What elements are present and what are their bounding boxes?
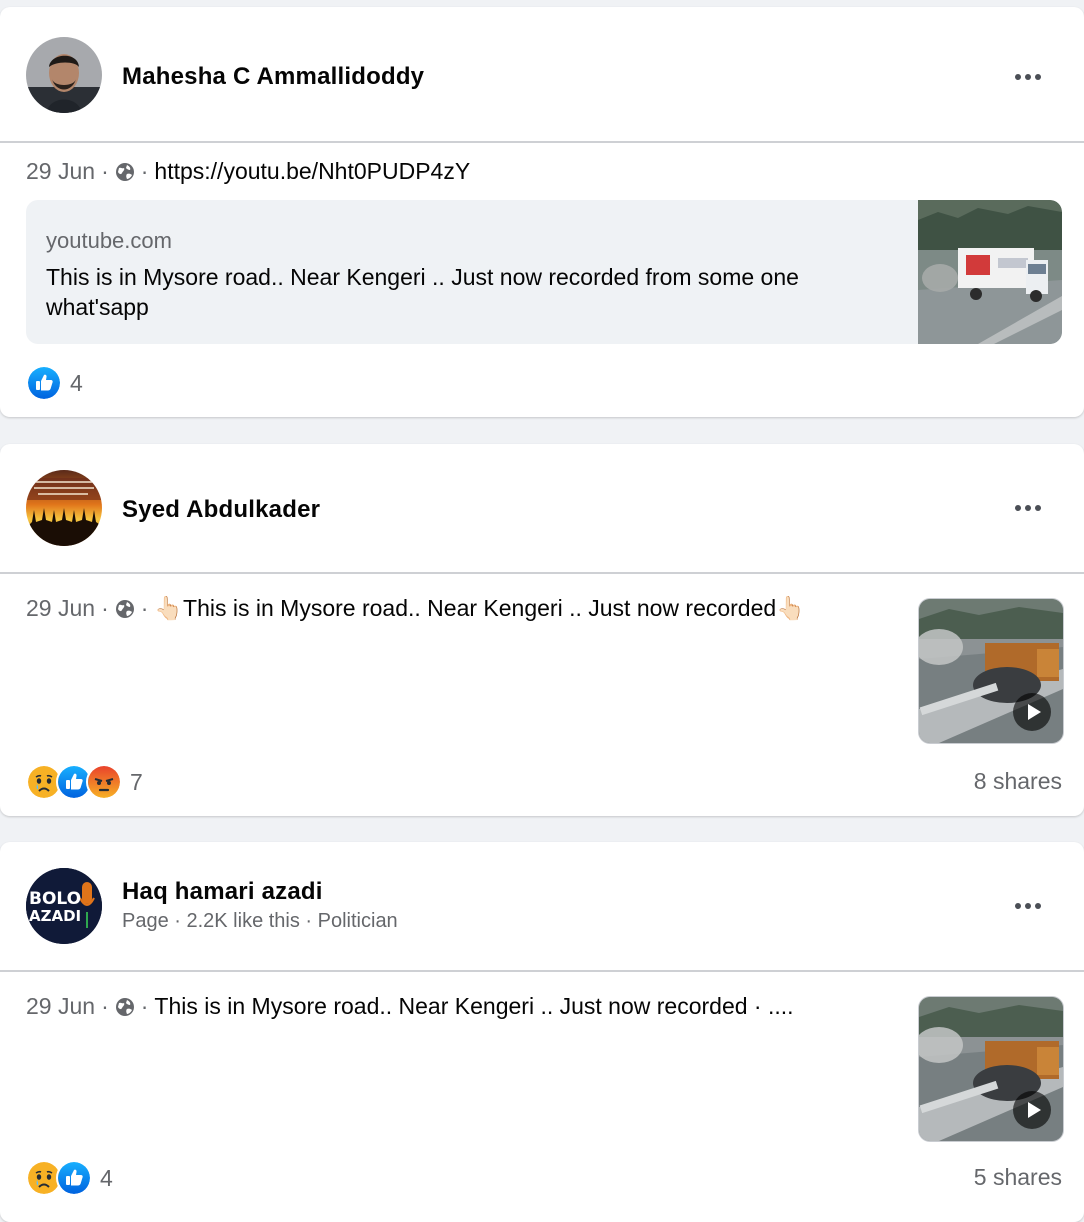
reaction-count[interactable]: 4 — [70, 370, 83, 397]
reaction-count[interactable]: 4 — [100, 1165, 113, 1192]
more-dot-icon — [1015, 74, 1021, 80]
video-thumbnail[interactable] — [918, 996, 1064, 1142]
post-header: Syed Abdulkader — [0, 444, 1084, 574]
author-avatar[interactable] — [26, 470, 102, 546]
author-avatar[interactable]: BOLO AZADI — [26, 868, 102, 944]
more-options-button[interactable] — [1008, 496, 1048, 520]
link-title: This is in Mysore road.. Near Kengeri ..… — [46, 264, 799, 320]
post-date[interactable]: 29 Jun — [26, 158, 95, 185]
post-card: BOLO AZADI Haq hamari azadi Page · 2.2K … — [0, 842, 1084, 1222]
video-thumbnail[interactable] — [918, 200, 1062, 344]
more-options-button[interactable] — [1008, 65, 1048, 89]
like-reaction-icon — [26, 365, 62, 401]
post-meta: 29 Jun · · 👆🏻This is in Mysore road.. Ne… — [26, 595, 805, 622]
post-text[interactable]: https://youtu.be/Nht0PUDP4zY — [154, 158, 470, 185]
more-dot-icon — [1025, 505, 1031, 511]
globe-icon — [115, 997, 135, 1017]
post-card: Mahesha C Ammallidoddy 29 Jun · · https:… — [0, 7, 1084, 417]
reaction-count[interactable]: 7 — [130, 769, 143, 796]
globe-icon — [115, 599, 135, 619]
more-options-button[interactable] — [1008, 894, 1048, 918]
author-name[interactable]: Syed Abdulkader — [122, 496, 320, 524]
more-dot-icon — [1025, 74, 1031, 80]
post-date[interactable]: 29 Jun — [26, 993, 95, 1020]
globe-icon — [115, 162, 135, 182]
more-dot-icon — [1015, 903, 1021, 909]
post-header: Mahesha C Ammallidoddy — [0, 7, 1084, 143]
angry-reaction-icon — [86, 764, 122, 800]
avatar-logo-text: BOLO — [29, 889, 81, 909]
author-name[interactable]: Haq hamari azadi — [122, 878, 323, 906]
reactions-summary[interactable]: 4 — [26, 1160, 113, 1196]
more-dot-icon — [1015, 505, 1021, 511]
post-meta: 29 Jun · · https://youtu.be/Nht0PUDP4zY — [26, 158, 471, 185]
post-text[interactable]: This is in Mysore road.. Near Kengeri ..… — [154, 993, 793, 1020]
shares-count[interactable]: 8 shares — [974, 768, 1062, 795]
link-preview[interactable]: youtube.com This is in Mysore road.. Nea… — [26, 200, 1062, 344]
more-dot-icon — [1035, 903, 1041, 909]
reactions-summary[interactable]: 4 — [26, 365, 83, 401]
post-meta: 29 Jun · · This is in Mysore road.. Near… — [26, 993, 794, 1020]
more-dot-icon — [1025, 903, 1031, 909]
author-meta: Page · 2.2K like this · Politician — [122, 910, 398, 932]
more-dot-icon — [1035, 74, 1041, 80]
more-dot-icon — [1035, 505, 1041, 511]
author-name[interactable]: Mahesha C Ammallidoddy — [122, 63, 424, 91]
play-icon[interactable] — [1013, 693, 1051, 731]
post-text[interactable]: 👆🏻This is in Mysore road.. Near Kengeri … — [154, 595, 804, 622]
shares-count[interactable]: 5 shares — [974, 1164, 1062, 1191]
play-icon[interactable] — [1013, 1091, 1051, 1129]
link-domain: youtube.com — [46, 228, 172, 253]
like-reaction-icon — [56, 1160, 92, 1196]
avatar-logo-text: AZADI — [29, 907, 81, 925]
post-card: Syed Abdulkader 29 Jun · · 👆🏻This is in … — [0, 444, 1084, 816]
post-header: BOLO AZADI Haq hamari azadi Page · 2.2K … — [0, 842, 1084, 972]
video-thumbnail[interactable] — [918, 598, 1064, 744]
author-avatar[interactable] — [26, 37, 102, 113]
reactions-summary[interactable]: 7 — [26, 764, 143, 800]
post-date[interactable]: 29 Jun — [26, 595, 95, 622]
